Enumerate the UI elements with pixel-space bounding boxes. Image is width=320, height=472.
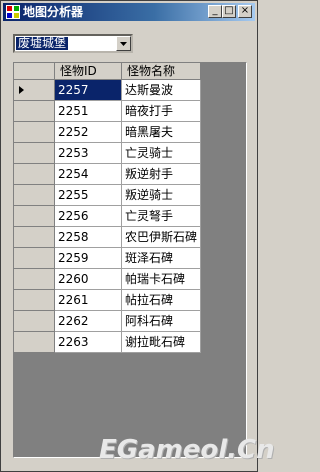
row-header[interactable]: [14, 311, 55, 332]
cell-monster-id[interactable]: 2256: [55, 206, 122, 227]
cell-monster-id[interactable]: 2259: [55, 248, 122, 269]
cell-monster-id[interactable]: 2257: [55, 80, 122, 101]
cell-monster-name[interactable]: 斑泽石碑: [122, 248, 201, 269]
cell-monster-name[interactable]: 帕瑞卡石碑: [122, 269, 201, 290]
close-button[interactable]: ×: [238, 5, 252, 18]
row-header[interactable]: [14, 185, 55, 206]
app-window: 地图分析器 _ □ × 废墟城堡 怪物ID 怪物名称 2257 达斯曼波 2251 暗…: [0, 0, 275, 472]
app-icon: [6, 5, 20, 19]
cell-monster-name[interactable]: 叛逆骑士: [122, 185, 201, 206]
title-bar[interactable]: 地图分析器 _ □ ×: [3, 3, 255, 21]
row-header[interactable]: [14, 122, 55, 143]
cell-monster-id[interactable]: 2260: [55, 269, 122, 290]
cell-monster-name[interactable]: 帖拉石碑: [122, 290, 201, 311]
cell-monster-name[interactable]: 暗夜打手: [122, 101, 201, 122]
row-header[interactable]: [14, 206, 55, 227]
cell-monster-name[interactable]: 叛逆射手: [122, 164, 201, 185]
row-header[interactable]: [14, 227, 55, 248]
row-header[interactable]: [14, 164, 55, 185]
cell-monster-id[interactable]: 2258: [55, 227, 122, 248]
cell-monster-id[interactable]: 2254: [55, 164, 122, 185]
column-header-monster-name[interactable]: 怪物名称: [122, 63, 201, 80]
watermark-text: EGameol.Cn: [99, 435, 275, 465]
row-header[interactable]: [14, 101, 55, 122]
cell-monster-id[interactable]: 2255: [55, 185, 122, 206]
monster-grid[interactable]: 怪物ID 怪物名称 2257 达斯曼波 2251 暗夜打手 2252 暗黑屠夫 2253 亡灵…: [13, 62, 247, 458]
maximize-button[interactable]: □: [222, 5, 236, 18]
row-header[interactable]: [14, 248, 55, 269]
cell-monster-id[interactable]: 2252: [55, 122, 122, 143]
map-select-value: 废墟城堡: [16, 36, 69, 50]
current-row-arrow-icon: [19, 86, 24, 94]
cell-monster-name[interactable]: 亡灵骑士: [122, 143, 201, 164]
cell-monster-id[interactable]: 2263: [55, 332, 122, 353]
cell-monster-id[interactable]: 2251: [55, 101, 122, 122]
cell-monster-name[interactable]: 暗黑屠夫: [122, 122, 201, 143]
row-header[interactable]: [14, 290, 55, 311]
cell-monster-name[interactable]: 亡灵弩手: [122, 206, 201, 227]
row-header[interactable]: [14, 143, 55, 164]
cell-monster-id[interactable]: 2253: [55, 143, 122, 164]
grid-corner-header[interactable]: [14, 63, 55, 80]
cell-monster-id[interactable]: 2261: [55, 290, 122, 311]
window-title: 地图分析器: [23, 5, 84, 19]
dropdown-button[interactable]: [116, 36, 131, 51]
chevron-down-icon: [120, 42, 127, 46]
cell-monster-name[interactable]: 谢拉毗石碑: [122, 332, 201, 353]
cell-monster-name[interactable]: 农巴伊斯石碑: [122, 227, 201, 248]
map-select[interactable]: 废墟城堡: [13, 34, 133, 53]
column-header-monster-id[interactable]: 怪物ID: [55, 63, 122, 80]
row-header[interactable]: [14, 80, 55, 101]
cell-monster-name[interactable]: 阿科石碑: [122, 311, 201, 332]
row-header[interactable]: [14, 269, 55, 290]
cell-monster-name[interactable]: 达斯曼波: [122, 80, 201, 101]
cell-monster-id[interactable]: 2262: [55, 311, 122, 332]
row-header[interactable]: [14, 332, 55, 353]
minimize-button[interactable]: _: [208, 5, 222, 18]
